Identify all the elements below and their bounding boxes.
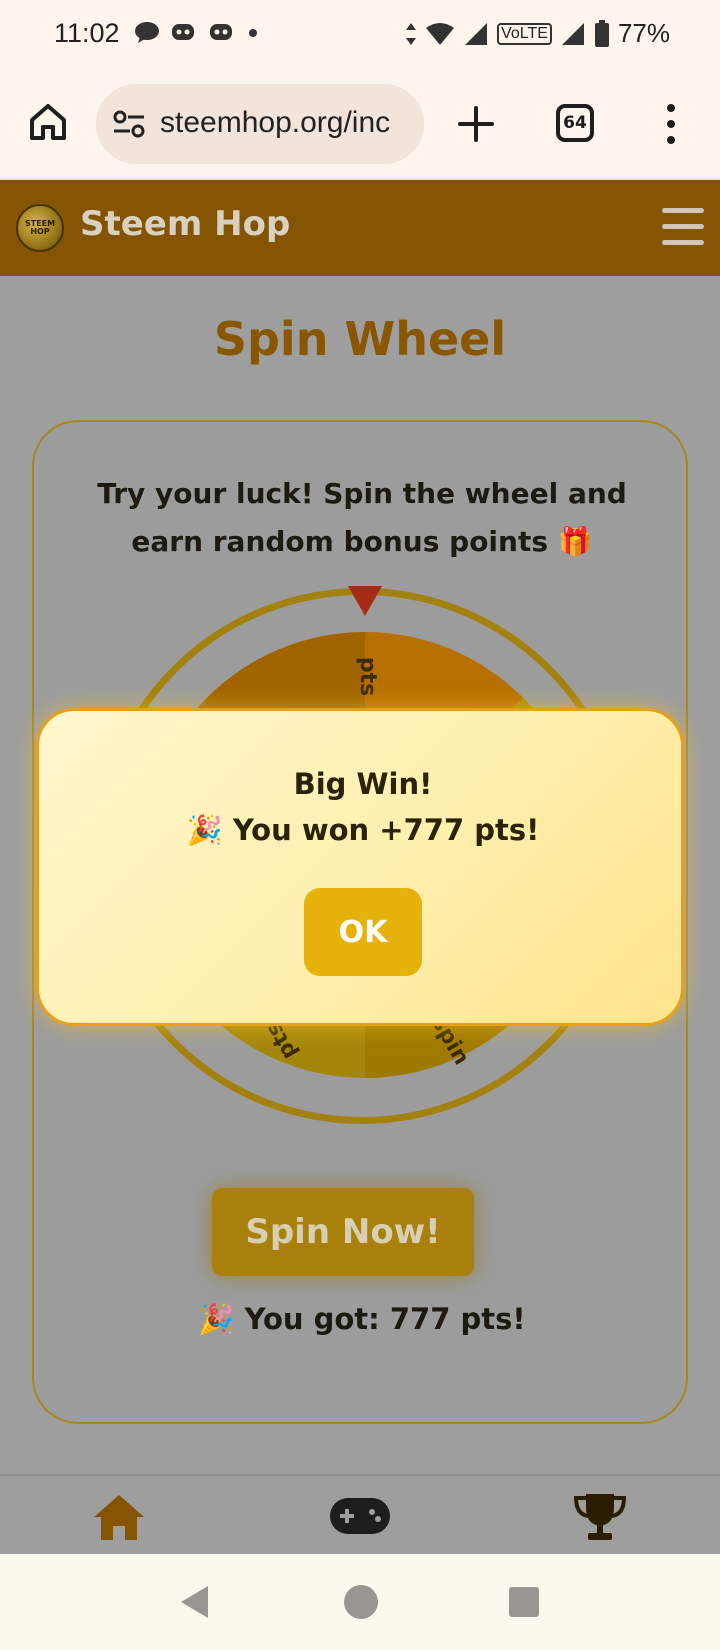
signal-icon bbox=[465, 22, 488, 45]
back-icon[interactable] bbox=[178, 1584, 212, 1620]
system-status-icons: VoLTE 77% bbox=[405, 18, 670, 49]
site-settings-icon[interactable] bbox=[112, 108, 146, 140]
app-logo[interactable]: STEEM HOP bbox=[16, 204, 64, 252]
page-title: Spin Wheel bbox=[213, 312, 507, 366]
status-bar: 11:02 VoLTE 77% bbox=[0, 0, 720, 72]
battery-percent: 77% bbox=[617, 18, 670, 48]
app-title[interactable]: Steem Hop bbox=[80, 204, 290, 244]
tab-switcher-button[interactable]: 64 bbox=[556, 104, 594, 142]
battery-icon bbox=[594, 19, 609, 47]
chat-bubble-icon bbox=[135, 22, 159, 43]
gamepad-icon[interactable] bbox=[330, 1498, 390, 1534]
data-arrows-icon bbox=[406, 22, 417, 45]
tab-count: 64 bbox=[563, 113, 587, 133]
win-modal: Big Win! 🎉 You won +777 pts! OK bbox=[36, 708, 684, 1026]
home-icon[interactable] bbox=[26, 100, 70, 144]
ok-button[interactable]: OK bbox=[304, 888, 422, 976]
dot-icon bbox=[249, 29, 257, 37]
wifi-icon bbox=[426, 22, 455, 45]
volte-badge: VoLTE bbox=[497, 22, 552, 45]
discord-icon bbox=[210, 24, 232, 40]
url-text: steemhop.org/inc bbox=[160, 106, 391, 139]
bottom-nav bbox=[0, 1474, 720, 1554]
wheel-label: pts bbox=[355, 656, 381, 697]
modal-title: Big Win! bbox=[293, 767, 433, 801]
system-navigation bbox=[0, 1554, 720, 1650]
logo-text: STEEM HOP bbox=[24, 219, 56, 236]
new-tab-icon[interactable] bbox=[454, 102, 498, 146]
home-icon[interactable] bbox=[92, 1492, 146, 1542]
wheel-pointer-icon bbox=[348, 586, 382, 616]
recents-icon[interactable] bbox=[508, 1586, 540, 1618]
spin-result: 🎉 You got: 777 pts! bbox=[198, 1302, 526, 1336]
home-circle-icon[interactable] bbox=[343, 1584, 379, 1620]
notification-icons bbox=[134, 20, 260, 44]
modal-message: 🎉 You won +777 pts! bbox=[186, 813, 540, 847]
app-header: STEEM HOP Steem Hop bbox=[0, 180, 720, 276]
spin-description: Try your luck! Spin the wheel and earn r… bbox=[97, 477, 627, 558]
more-options-icon[interactable] bbox=[656, 102, 686, 146]
browser-toolbar: steemhop.org/inc 64 bbox=[0, 72, 720, 180]
discord-icon bbox=[172, 24, 194, 40]
spin-now-button[interactable]: Spin Now! bbox=[212, 1188, 474, 1276]
trophy-icon[interactable] bbox=[572, 1492, 628, 1542]
address-bar[interactable]: steemhop.org/inc bbox=[96, 84, 424, 164]
status-time: 11:02 bbox=[54, 18, 120, 48]
hamburger-menu-icon[interactable] bbox=[662, 208, 704, 248]
signal-icon bbox=[561, 22, 584, 45]
